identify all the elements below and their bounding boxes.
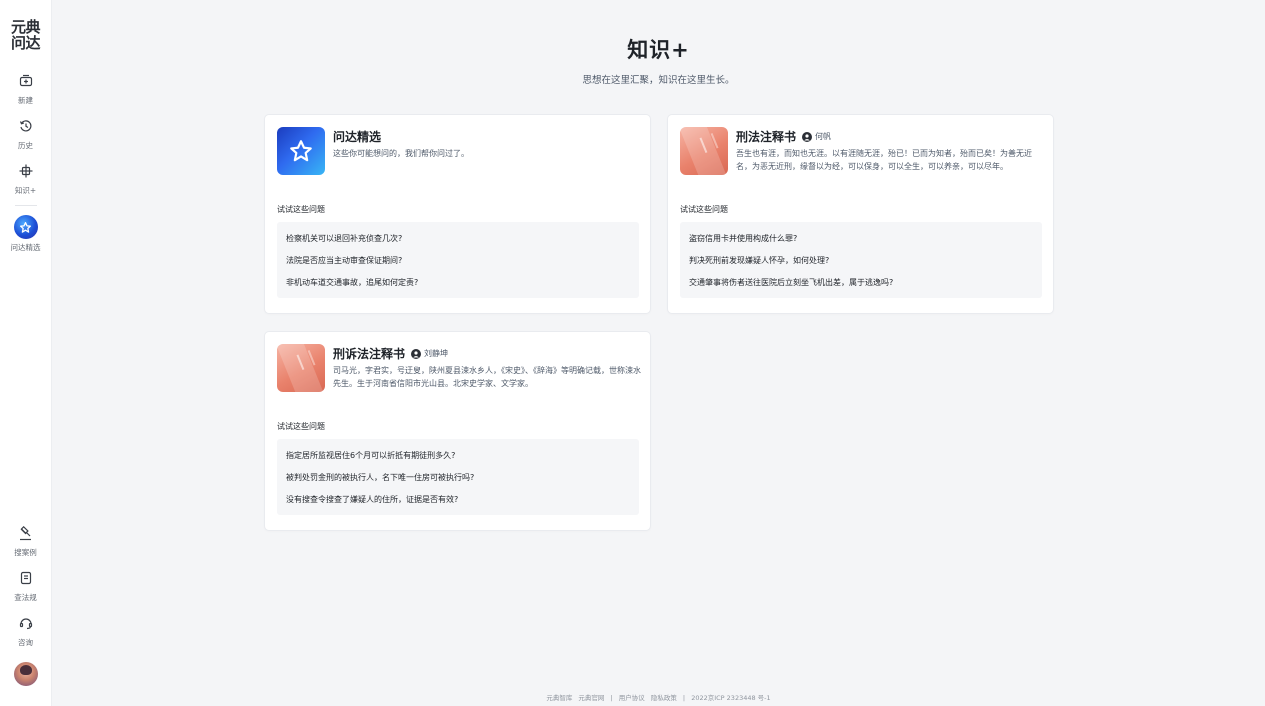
footer-link-zhiku[interactable]: 元典智库 — [546, 694, 572, 702]
sidebar-item-new[interactable]: 新建 — [2, 70, 50, 106]
card-author[interactable]: 何帆 — [815, 131, 831, 142]
question-item[interactable]: 检察机关可以退回补充侦查几次? — [286, 228, 630, 250]
book-cover — [277, 344, 325, 392]
knowledge-card-criminal-procedure[interactable]: 刑诉法注释书 刘静坤 司马光，字君实，号迂叟，陕州夏县涑水乡人，《宋史》、《辞海… — [264, 331, 651, 531]
try-questions-label: 试试这些问题 — [680, 205, 728, 214]
card-author[interactable]: 刘静坤 — [424, 348, 448, 359]
knowledge-card-criminal-law[interactable]: 刑法注释书 何帆 吾生也有涯，而知也无涯。以有涯随无涯，殆已！已而为知者，殆而已… — [667, 114, 1054, 314]
logo-line-1: 元典 — [10, 18, 41, 36]
gavel-icon — [15, 522, 37, 544]
page-subtitle: 思想在这里汇聚，知识在这里生长。 — [582, 75, 735, 86]
sidebar-item-label: 咨询 — [18, 638, 33, 647]
question-item[interactable]: 被判处罚金刑的被执行人，名下唯一住房可被执行吗? — [286, 467, 630, 489]
star-icon — [290, 140, 312, 162]
card-title-row: 刑法注释书 何帆 — [736, 128, 831, 145]
footer-separator: | — [610, 694, 613, 702]
question-item[interactable]: 非机动车道交通事故，追尾如何定责? — [286, 272, 630, 294]
app-logo[interactable]: 元典 问达 — [6, 19, 46, 51]
card-header: 问达精选 这些你可能想问的，我们帮你问过了。 — [277, 127, 640, 175]
knowledge-card-featured[interactable]: 问达精选 这些你可能想问的，我们帮你问过了。 试试这些问题 检察机关可以退回补充… — [264, 114, 651, 314]
card-header: 刑诉法注释书 刘静坤 司马光，字君实，号迂叟，陕州夏县涑水乡人，《宋史》、《辞海… — [277, 344, 641, 392]
sidebar-item-featured[interactable]: 问达精选 — [2, 215, 50, 253]
history-icon — [15, 115, 37, 137]
sidebar-item-regulations[interactable]: 查法规 — [2, 567, 50, 603]
footer: 元典智库 元典官网 | 用户协议 隐私政策 | 2022京ICP 2323448… — [52, 692, 1265, 702]
sidebar-item-label: 新建 — [18, 96, 33, 105]
footer-link-user-agreement[interactable]: 用户协议 — [619, 694, 645, 702]
book-cover — [680, 127, 728, 175]
card-description: 司马光，字君实，号迂叟，陕州夏县涑水乡人，《宋史》、《辞海》等明确记载，世称涑水… — [333, 366, 641, 388]
sidebar: 元典 问达 新建 历史 知识+ 问达精选 搜案例 查法规 咨询 — [0, 0, 52, 706]
logo-line-2: 问达 — [10, 34, 41, 52]
document-icon — [15, 567, 37, 589]
question-list: 指定居所监视居住6个月可以折抵有期徒刑多久? 被判处罚金刑的被执行人，名下唯一住… — [277, 439, 639, 515]
card-description: 吾生也有涯，而知也无涯。以有涯随无涯，殆已！已而为知者，殆而已矣！为善无近名，为… — [736, 149, 1032, 171]
user-avatar[interactable] — [13, 662, 38, 686]
sidebar-divider — [14, 205, 37, 206]
sidebar-item-label: 知识+ — [14, 186, 37, 195]
sidebar-item-consult[interactable]: 咨询 — [2, 612, 50, 648]
card-title-row: 刑诉法注释书 刘静坤 — [333, 345, 448, 362]
sidebar-item-label: 查法规 — [14, 593, 37, 602]
question-item[interactable]: 指定居所监视居住6个月可以折抵有期徒刑多久? — [286, 445, 630, 467]
card-description: 这些你可能想问的，我们帮你问过了。 — [333, 149, 469, 158]
question-list: 检察机关可以退回补充侦查几次? 法院是否应当主动审查保证期间? 非机动车道交通事… — [277, 222, 639, 298]
sidebar-item-search-cases[interactable]: 搜案例 — [2, 522, 50, 558]
footer-link-privacy-policy[interactable]: 隐私政策 — [651, 694, 677, 702]
question-item[interactable]: 判决死刑前发现嫌疑人怀孕，如何处理? — [689, 250, 1033, 272]
card-title: 刑诉法注释书 — [333, 347, 406, 361]
sidebar-item-knowledge[interactable]: 知识+ — [2, 160, 50, 196]
card-header: 刑法注释书 何帆 吾生也有涯，而知也无涯。以有涯随无涯，殆已！已而为知者，殆而已… — [680, 127, 1043, 175]
question-item[interactable]: 法院是否应当主动审查保证期间? — [286, 250, 630, 272]
knowledge-icon — [15, 160, 37, 182]
author-avatar-icon — [802, 131, 813, 142]
question-list: 盗窃信用卡并使用构成什么罪? 判决死刑前发现嫌疑人怀孕，如何处理? 交通肇事将伤… — [680, 222, 1042, 298]
question-item[interactable]: 交通肇事将伤者送往医院后立刻坐飞机出差，属于逃逸吗? — [689, 272, 1033, 294]
page-title: 知识+ — [627, 38, 690, 62]
card-title-row: 问达精选 — [333, 128, 381, 145]
card-title: 刑法注释书 — [736, 130, 797, 144]
footer-icp[interactable]: 2022京ICP 2323448 号-1 — [691, 694, 770, 702]
footer-link-official-site[interactable]: 元典官网 — [578, 694, 604, 702]
author-avatar-icon — [411, 348, 422, 359]
main-content: 知识+ 思想在这里汇聚，知识在这里生长。 问达精选 这些你可能想问的，我们帮你问… — [52, 0, 1265, 706]
card-title: 问达精选 — [333, 130, 382, 144]
footer-separator: | — [682, 694, 686, 702]
new-chat-icon — [15, 70, 37, 92]
question-item[interactable]: 盗窃信用卡并使用构成什么罪? — [689, 228, 1033, 250]
sidebar-item-label: 历史 — [18, 141, 33, 150]
consult-icon — [15, 612, 37, 634]
card-cover — [277, 127, 325, 175]
question-item[interactable]: 没有搜查令搜查了嫌疑人的住所，证据是否有效? — [286, 489, 630, 511]
star-icon — [13, 215, 38, 239]
sidebar-item-label: 搜案例 — [14, 548, 37, 557]
sidebar-item-label: 问达精选 — [10, 243, 41, 252]
sidebar-item-history[interactable]: 历史 — [2, 115, 50, 151]
try-questions-label: 试试这些问题 — [277, 422, 325, 431]
try-questions-label: 试试这些问题 — [277, 205, 325, 214]
